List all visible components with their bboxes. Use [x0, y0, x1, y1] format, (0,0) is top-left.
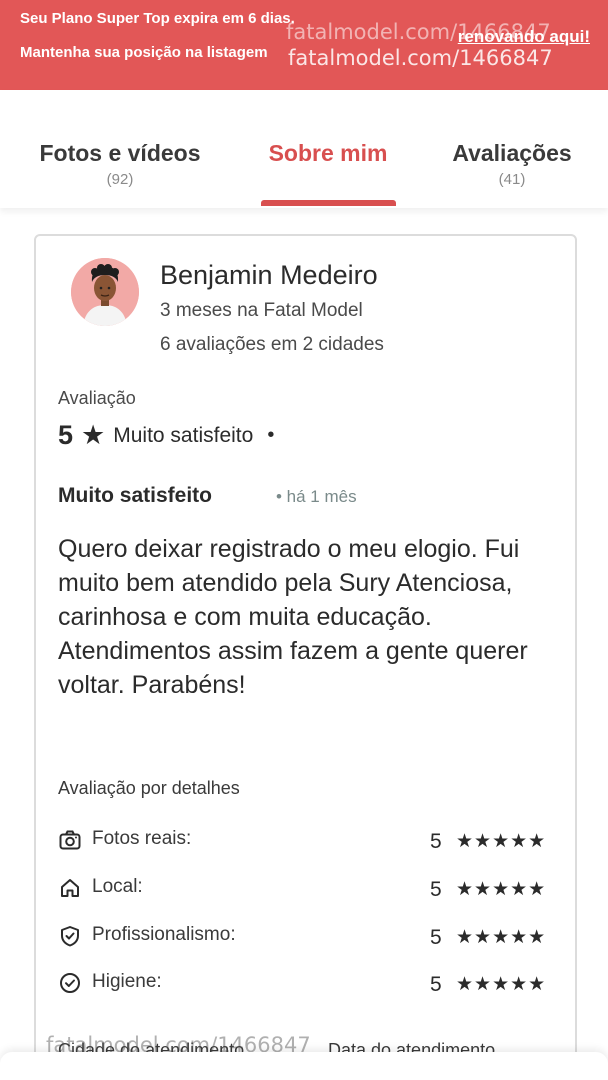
- detail-score: 5: [430, 830, 442, 853]
- check-circle-icon: [60, 973, 80, 993]
- detail-label: Local:: [92, 876, 143, 897]
- five-stars-icon: ★★★★★: [456, 927, 547, 948]
- profile-tabs: Fotos e vídeos (92) Sobre mim Avaliações…: [0, 90, 608, 208]
- five-stars-icon: ★★★★★: [456, 974, 547, 995]
- review-body: Quero deixar registrado o meu elogio. Fu…: [58, 535, 528, 699]
- review-time: • há 1 mês: [276, 487, 357, 506]
- watermark: fatalmodel.com/1466847: [288, 46, 553, 70]
- detail-row-hygiene: Higiene: 5 ★★★★★: [58, 969, 558, 999]
- tab-label: Fotos e vídeos: [39, 140, 201, 166]
- review-title: Muito satisfeito: [58, 484, 213, 507]
- rating-text: Muito satisfeito: [113, 423, 254, 447]
- detail-row-professionalism: Profissionalismo: 5 ★★★★★: [58, 922, 558, 952]
- detail-label: Fotos reais:: [92, 828, 192, 849]
- detail-label: Higiene:: [92, 971, 162, 992]
- tab-photos-videos[interactable]: Fotos e vídeos (92): [20, 140, 220, 188]
- separator-dot: •: [267, 424, 275, 446]
- banner-position-text: Mantenha sua posição na listagem: [20, 44, 268, 61]
- five-stars-icon: ★★★★★: [456, 831, 547, 852]
- bottom-sheet: [0, 1052, 608, 1080]
- details-title: Avaliação por detalhes: [58, 778, 240, 798]
- camera-icon: [59, 830, 81, 850]
- tab-count: (41): [498, 171, 526, 188]
- detail-row-location: Local: 5 ★★★★★: [58, 874, 558, 904]
- rating-value: 5: [58, 420, 74, 450]
- home-icon: [61, 879, 79, 897]
- five-stars-icon: ★★★★★: [456, 879, 547, 900]
- active-tab-indicator: [261, 200, 396, 206]
- reviewer-review-count: 6 avaliações em 2 cidades: [160, 334, 384, 355]
- shield-check-icon: [61, 926, 79, 947]
- reviewer-name: Benjamin Medeiro: [160, 260, 378, 290]
- detail-label: Profissionalismo:: [92, 924, 236, 945]
- tab-count: (92): [106, 171, 134, 188]
- review-card: Benjamin Medeiro 3 meses na Fatal Model …: [34, 234, 577, 1080]
- detail-score: 5: [430, 926, 442, 949]
- person-avatar-icon: [71, 258, 139, 326]
- banner-expiry-text: Seu Plano Super Top expira em 6 dias.: [20, 10, 295, 27]
- tab-about-me[interactable]: Sobre mim: [248, 140, 408, 167]
- rating-summary: 5 ★ Muito satisfeito •: [58, 420, 274, 451]
- detail-score: 5: [430, 878, 442, 901]
- detail-score: 5: [430, 973, 442, 996]
- rating-label: Avaliação: [58, 388, 136, 408]
- avatar: [71, 258, 139, 326]
- plan-expiry-banner: Seu Plano Super Top expira em 6 dias. Ma…: [0, 0, 608, 90]
- reviewer-tenure: 3 meses na Fatal Model: [160, 300, 363, 321]
- tab-label: Sobre mim: [268, 140, 388, 166]
- detail-row-photos: Fotos reais: 5 ★★★★★: [58, 826, 558, 856]
- tab-label: Avaliações: [452, 140, 572, 166]
- star-icon: ★: [81, 420, 106, 450]
- renew-link[interactable]: renovando aqui!: [458, 27, 590, 47]
- tab-reviews[interactable]: Avaliações (41): [432, 140, 592, 188]
